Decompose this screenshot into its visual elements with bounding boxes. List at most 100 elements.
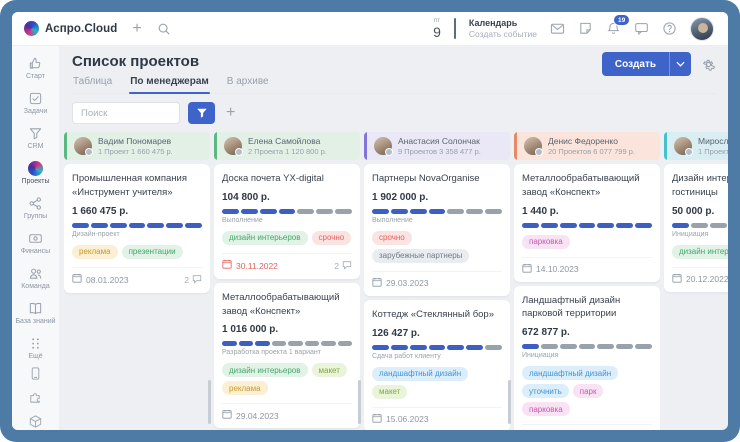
topbar: Аспро.Cloud + пт 9 Календарь Создать соб… <box>12 12 728 46</box>
knowledge-base-icon <box>28 300 44 316</box>
column-cards: Дизайн интерьеров гостиницы50 000 р.Иниц… <box>664 164 728 430</box>
create-dropdown-caret[interactable] <box>669 52 691 76</box>
project-card[interactable]: Ландшафтный дизайн парковой территории67… <box>514 286 660 430</box>
sidebar-item-team[interactable]: Команда <box>14 261 56 296</box>
search-input[interactable] <box>72 102 180 124</box>
progress-segment <box>72 223 89 228</box>
column-accent-bar <box>364 132 367 160</box>
project-tag[interactable]: макет <box>372 385 407 399</box>
global-add-button[interactable]: + <box>132 21 141 37</box>
progress-segment <box>522 223 539 228</box>
calendar-date-widget[interactable]: пт 9 <box>433 18 441 40</box>
project-stage-label: Выполнение <box>222 217 352 224</box>
cube-icon[interactable] <box>28 414 43 429</box>
tab-archived[interactable]: В архиве <box>226 76 270 93</box>
column-header[interactable]: Анастасия Солончак9 Проектов 3 358 477 р… <box>364 132 510 160</box>
project-tag[interactable]: зарубежные партнеры <box>372 249 469 263</box>
column-header[interactable]: Денис Федоренко20 Проектов 6 077 799 р. <box>514 132 660 160</box>
calendar-shortcut[interactable]: Календарь Создать событие <box>469 18 537 39</box>
progress-segment <box>635 223 652 228</box>
create-button[interactable]: Создать <box>602 52 691 76</box>
project-tag[interactable]: презентации <box>122 245 183 259</box>
project-progress-bar <box>372 345 502 350</box>
project-tag[interactable]: парковка <box>522 235 570 249</box>
notifications-bell-icon[interactable]: 19 <box>606 21 621 36</box>
sidebar-item-knowledge-base[interactable]: База знаний <box>14 296 56 331</box>
manager-projects-summary: 9 Проектов 3 358 477 р. <box>398 147 481 156</box>
project-card[interactable]: Промышленная компания «Инструмент учител… <box>64 164 210 293</box>
project-tag[interactable]: дизайн интерьеров <box>222 363 308 377</box>
project-tag[interactable]: парк <box>573 384 604 398</box>
sidebar-item-tasks[interactable]: Задачи <box>14 86 56 121</box>
tab-table[interactable]: Таблица <box>72 76 113 93</box>
project-card[interactable]: Доска почета YX-digital104 800 р.Выполне… <box>214 164 360 279</box>
project-comments[interactable]: 2 <box>184 274 202 286</box>
tab-by-managers[interactable]: По менеджерам <box>129 76 210 93</box>
project-tag[interactable]: парковка <box>522 402 570 416</box>
settings-gear-icon[interactable] <box>701 57 716 72</box>
start-icon <box>28 55 44 71</box>
project-card[interactable]: Металлообрабатывающий завод «Конспект»1 … <box>514 164 660 282</box>
sidebar-item-start[interactable]: Старт <box>14 51 56 86</box>
column-scrollbar[interactable] <box>358 380 361 424</box>
calendar-icon <box>222 410 232 421</box>
project-tag[interactable]: макет <box>312 363 347 377</box>
puzzle-icon[interactable] <box>28 390 43 405</box>
manager-name: Вадим Пономарев <box>98 136 173 147</box>
project-tag[interactable]: ландшафтный дизайн <box>372 367 468 381</box>
help-icon[interactable] <box>662 21 677 36</box>
comment-icon <box>342 260 352 272</box>
column-header[interactable]: Вадим Пономарев1 Проект 1 660 475 р. <box>64 132 210 160</box>
calendar-icon <box>372 414 382 425</box>
project-tag[interactable]: дизайн интерьеров <box>222 231 308 245</box>
project-card[interactable]: Партнеры NovaOrganise1 902 000 р.Выполне… <box>364 164 510 296</box>
project-tag[interactable]: уточнить <box>522 384 569 398</box>
column-scrollbar[interactable] <box>508 380 511 424</box>
progress-segment <box>335 209 352 214</box>
project-title: Металлообрабатывающий завод «Конспект» <box>522 172 652 200</box>
sidebar-item-finance[interactable]: Финансы <box>14 226 56 261</box>
app-logo[interactable]: Аспро.Cloud <box>24 21 117 36</box>
more-icon <box>28 335 44 351</box>
progress-segment <box>391 345 408 350</box>
project-card[interactable]: Металлообрабатывающий завод «Конспект»1 … <box>214 283 360 429</box>
column-header[interactable]: Елена Самойлова2 Проекта 1 120 800 р. <box>214 132 360 160</box>
project-tag[interactable]: реклама <box>222 381 268 395</box>
calendar-icon <box>522 264 532 275</box>
progress-segment <box>222 209 239 214</box>
sidebar-item-more[interactable]: Ещё <box>14 331 56 366</box>
user-avatar[interactable] <box>690 17 714 41</box>
column-scrollbar[interactable] <box>208 380 211 424</box>
create-button-label: Создать <box>602 52 669 76</box>
project-comments[interactable]: 2 <box>334 260 352 272</box>
project-card[interactable]: Дизайн интерьеров гостиницы50 000 р.Иниц… <box>664 164 728 292</box>
sidebar-item-groups[interactable]: Группы <box>14 191 56 226</box>
chat-icon[interactable] <box>634 21 649 36</box>
add-view-button[interactable]: + <box>226 105 235 121</box>
mail-icon[interactable] <box>550 21 565 36</box>
filter-button[interactable] <box>188 102 215 124</box>
progress-segment <box>185 223 202 228</box>
project-card[interactable]: Коттедж «Стеклянный бор»126 427 р.Сдача … <box>364 300 510 430</box>
phone-icon[interactable] <box>28 366 43 381</box>
progress-segment <box>288 341 303 346</box>
project-tag[interactable]: срочно <box>312 231 352 245</box>
project-tag[interactable]: ландшафтный дизайн <box>522 366 618 380</box>
manager-projects-summary: 2 Проекта 1 120 800 р. <box>248 147 327 156</box>
column-cards: Партнеры NovaOrganise1 902 000 р.Выполне… <box>364 164 510 430</box>
sidebar-item-label: Задачи <box>24 108 48 116</box>
project-title: Металлообрабатывающий завод «Конспект» <box>222 291 352 319</box>
project-tag[interactable]: срочно <box>372 231 412 245</box>
project-tag[interactable]: дизайн интерьеров <box>672 245 728 259</box>
board-column: Мирослава1 Проект Дизайн интерьеров гости… <box>664 132 728 430</box>
column-header[interactable]: Мирослава1 Проект <box>664 132 728 160</box>
global-search-icon[interactable] <box>157 22 171 36</box>
sidebar-item-projects[interactable]: Проекты <box>14 156 56 191</box>
progress-segment <box>466 345 483 350</box>
project-tag[interactable]: реклама <box>72 245 118 259</box>
project-budget: 1 902 000 р. <box>372 192 502 203</box>
manager-info: Анастасия Солончак9 Проектов 3 358 477 р… <box>398 136 481 156</box>
notes-icon[interactable] <box>578 21 593 36</box>
sidebar-item-crm[interactable]: CRM <box>14 121 56 156</box>
project-budget: 50 000 р. <box>672 206 728 217</box>
